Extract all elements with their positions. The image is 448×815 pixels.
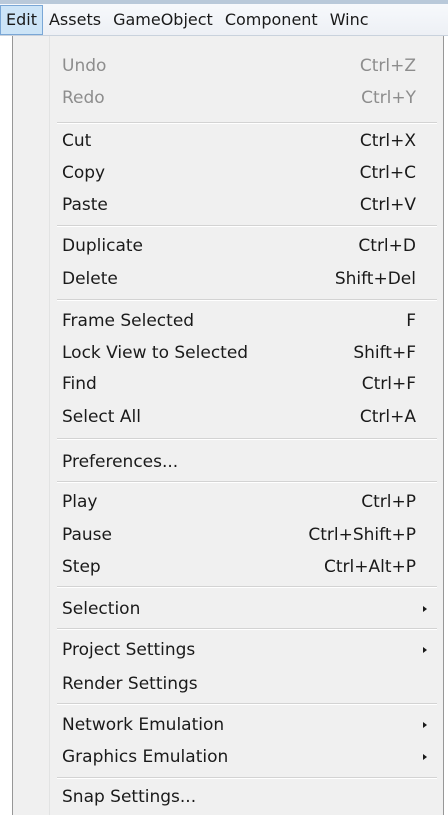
menu-component[interactable]: Component: [219, 5, 324, 35]
menu-item-label: Paste: [62, 195, 108, 215]
menu-item-duplicate[interactable]: Duplicate Ctrl+D: [13, 230, 443, 262]
menu-separator: [57, 481, 437, 483]
menu-item-label: Undo: [62, 56, 107, 76]
menu-separator: [57, 438, 437, 440]
menu-separator: [57, 299, 437, 301]
menu-item-redo[interactable]: Redo Ctrl+Y: [13, 82, 443, 114]
menu-window[interactable]: Winc: [324, 5, 375, 35]
menu-item-label: Copy: [62, 163, 106, 183]
menu-item-step[interactable]: Step Ctrl+Alt+P: [13, 551, 443, 583]
menu-separator: [57, 586, 437, 588]
menu-bar: Edit Assets GameObject Component Winc: [0, 0, 448, 36]
menu-item-shortcut: Ctrl+X: [359, 131, 416, 151]
menu-item-label: Lock View to Selected: [62, 343, 249, 363]
menu-item-label: Select All: [62, 407, 141, 427]
submenu-arrow-icon: [423, 606, 427, 612]
menu-item-label: Step: [62, 557, 101, 577]
menu-item-cut[interactable]: Cut Ctrl+X: [13, 125, 443, 157]
menu-separator: [57, 703, 437, 705]
menu-item-shortcut: Ctrl+A: [359, 407, 416, 427]
menu-item-frame-selected[interactable]: Frame Selected F: [13, 305, 443, 337]
menu-item-snap-settings[interactable]: Snap Settings...: [13, 781, 443, 813]
menu-item-play[interactable]: Play Ctrl+P: [13, 486, 443, 518]
menu-item-copy[interactable]: Copy Ctrl+C: [13, 157, 443, 189]
menu-item-shortcut: Shift+Del: [334, 269, 416, 289]
menu-item-shortcut: Shift+F: [353, 343, 416, 363]
menu-item-project-settings[interactable]: Project Settings: [13, 634, 443, 666]
menu-item-shortcut: Ctrl+Shift+P: [308, 525, 416, 545]
menu-item-label: Snap Settings...: [62, 787, 197, 807]
menu-item-shortcut: Ctrl+Y: [361, 88, 416, 108]
menu-item-label: Network Emulation: [62, 715, 225, 735]
edit-dropdown-menu: Undo Ctrl+Z Redo Ctrl+Y Cut Ctrl+X Copy …: [12, 36, 444, 815]
menu-item-label: Find: [62, 374, 97, 394]
menu-item-delete[interactable]: Delete Shift+Del: [13, 263, 443, 295]
menu-separator: [57, 225, 437, 227]
menu-item-network-emulation[interactable]: Network Emulation: [13, 709, 443, 741]
menu-item-shortcut: Ctrl+F: [361, 374, 416, 394]
menu-item-label: Project Settings: [62, 640, 196, 660]
menu-item-label: Pause: [62, 525, 112, 545]
submenu-arrow-icon: [423, 754, 427, 760]
menu-item-select-all[interactable]: Select All Ctrl+A: [13, 401, 443, 433]
menu-item-shortcut: Ctrl+V: [359, 195, 416, 215]
menu-item-lock-view-to-selected[interactable]: Lock View to Selected Shift+F: [13, 337, 443, 369]
menu-item-label: Redo: [62, 88, 105, 108]
menu-edit[interactable]: Edit: [0, 5, 43, 35]
menu-item-shortcut: Ctrl+D: [358, 236, 416, 256]
menu-item-pause[interactable]: Pause Ctrl+Shift+P: [13, 519, 443, 551]
menu-item-undo[interactable]: Undo Ctrl+Z: [13, 50, 443, 82]
menu-separator: [57, 628, 437, 630]
menu-item-label: Frame Selected: [62, 311, 195, 331]
menu-item-shortcut: Ctrl+Z: [359, 56, 416, 76]
editor-window: Edit Assets GameObject Component Winc Undo C…: [0, 0, 448, 815]
menu-item-render-settings[interactable]: Render Settings: [13, 668, 443, 700]
menu-item-label: Render Settings: [62, 674, 198, 694]
menu-item-shortcut: Ctrl+C: [359, 163, 416, 183]
menu-item-shortcut: Ctrl+P: [361, 492, 416, 512]
menu-gameobject[interactable]: GameObject: [107, 5, 219, 35]
menu-item-label: Play: [62, 492, 98, 512]
menu-separator: [57, 122, 437, 124]
menu-item-label: Selection: [62, 599, 141, 619]
menu-item-selection[interactable]: Selection: [13, 593, 443, 625]
menu-item-shortcut: F: [406, 311, 416, 331]
submenu-arrow-icon: [423, 722, 427, 728]
menu-item-label: Duplicate: [62, 236, 143, 256]
menu-item-find[interactable]: Find Ctrl+F: [13, 368, 443, 400]
menu-assets[interactable]: Assets: [43, 5, 107, 35]
menu-item-graphics-emulation[interactable]: Graphics Emulation: [13, 741, 443, 773]
menu-item-paste[interactable]: Paste Ctrl+V: [13, 189, 443, 221]
menu-separator: [57, 777, 437, 779]
menu-item-shortcut: Ctrl+Alt+P: [323, 557, 416, 577]
menu-item-label: Graphics Emulation: [62, 747, 229, 767]
menu-item-label: Delete: [62, 269, 118, 289]
menu-item-preferences[interactable]: Preferences...: [13, 446, 443, 478]
submenu-arrow-icon: [423, 647, 427, 653]
menu-item-label: Cut: [62, 131, 92, 151]
menu-item-label: Preferences...: [62, 452, 179, 472]
